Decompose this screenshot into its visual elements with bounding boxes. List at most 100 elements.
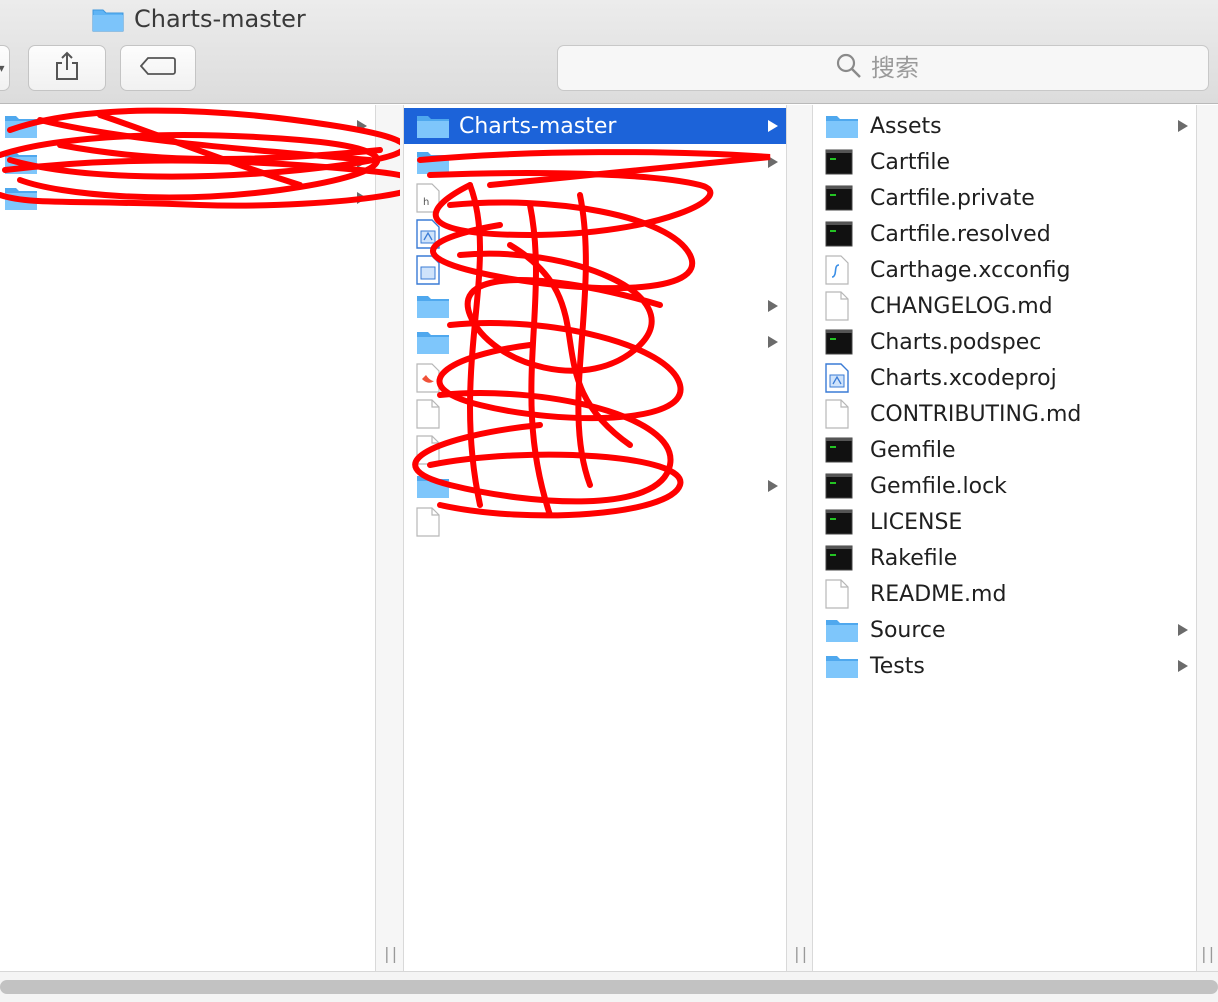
- terminal-file-icon: [825, 149, 853, 175]
- list-item-label: Rakefile: [870, 545, 958, 571]
- disclosure-arrow-icon: [357, 192, 367, 204]
- list-item[interactable]: Source: [813, 612, 1196, 648]
- share-icon: [54, 51, 80, 85]
- column-1[interactable]: [0, 105, 376, 971]
- resize-grip-icon: ||: [792, 944, 809, 963]
- folder-icon: [416, 149, 450, 175]
- column-3-resize-handle[interactable]: ||: [1196, 105, 1218, 971]
- column-1-resize-handle[interactable]: ||: [376, 105, 404, 971]
- list-item[interactable]: [404, 468, 786, 504]
- list-item[interactable]: [404, 216, 786, 252]
- resize-grip-icon: ||: [1199, 944, 1216, 963]
- list-item[interactable]: LICENSE: [813, 504, 1196, 540]
- document-icon: [825, 291, 849, 321]
- list-item[interactable]: [404, 252, 786, 288]
- search-icon: [835, 52, 863, 84]
- list-item[interactable]: Charts.podspec: [813, 324, 1196, 360]
- disclosure-arrow-icon: [1178, 120, 1188, 132]
- list-item[interactable]: CHANGELOG.md: [813, 288, 1196, 324]
- list-item[interactable]: Cartfile.private: [813, 180, 1196, 216]
- list-item-label: Tests: [870, 653, 925, 679]
- disclosure-arrow-icon: [768, 480, 778, 492]
- disclosure-arrow-icon: [1178, 624, 1188, 636]
- list-item[interactable]: [404, 432, 786, 468]
- folder-icon: [416, 473, 450, 499]
- folder-icon: [416, 113, 450, 139]
- svg-text:h: h: [423, 197, 429, 208]
- list-item[interactable]: h: [404, 180, 786, 216]
- list-item[interactable]: README.md: [813, 576, 1196, 612]
- terminal-file-icon: [825, 509, 853, 535]
- disclosure-arrow-icon: [768, 156, 778, 168]
- terminal-file-icon: [825, 473, 853, 499]
- list-item[interactable]: [0, 144, 375, 180]
- xcode-project-icon: [416, 219, 440, 249]
- list-item-label: README.md: [870, 581, 1007, 607]
- column-2-resize-handle[interactable]: ||: [787, 105, 813, 971]
- list-item[interactable]: [404, 504, 786, 540]
- terminal-file-icon: [825, 221, 853, 247]
- list-item[interactable]: Charts.xcodeproj: [813, 360, 1196, 396]
- list-item[interactable]: [404, 288, 786, 324]
- list-item[interactable]: CONTRIBUTING.md: [813, 396, 1196, 432]
- folder-icon: [825, 113, 859, 139]
- xcconfig-file-icon: [825, 255, 849, 285]
- tag-icon: [139, 56, 176, 80]
- disclosure-arrow-icon: [357, 156, 367, 168]
- list-item[interactable]: [0, 180, 375, 216]
- list-item-label: Gemfile: [870, 437, 956, 463]
- list-item[interactable]: Cartfile.resolved: [813, 216, 1196, 252]
- view-options-button[interactable]: ▾: [0, 45, 10, 91]
- disclosure-arrow-icon: [1178, 660, 1188, 672]
- document-icon: [825, 579, 849, 609]
- search-input[interactable]: [871, 54, 931, 82]
- list-item-label: CONTRIBUTING.md: [870, 401, 1082, 427]
- scrollbar-thumb[interactable]: [0, 980, 1218, 994]
- list-item[interactable]: Rakefile: [813, 540, 1196, 576]
- list-item[interactable]: [404, 360, 786, 396]
- list-item[interactable]: Tests: [813, 648, 1196, 684]
- folder-icon: [4, 149, 38, 175]
- document-icon: [416, 435, 440, 465]
- list-item-label: Carthage.xcconfig: [870, 257, 1071, 283]
- list-item[interactable]: [404, 324, 786, 360]
- document-icon: [416, 507, 440, 537]
- search-field[interactable]: [557, 45, 1209, 91]
- list-item-label: Assets: [870, 113, 942, 139]
- list-item[interactable]: Charts-master: [404, 108, 786, 144]
- list-item-label: Charts-master: [459, 113, 617, 139]
- horizontal-scrollbar[interactable]: [0, 971, 1218, 1002]
- list-item[interactable]: Assets: [813, 108, 1196, 144]
- disclosure-arrow-icon: [357, 120, 367, 132]
- list-item-label: Gemfile.lock: [870, 473, 1007, 499]
- list-item-label: CHANGELOG.md: [870, 293, 1053, 319]
- xcode-project-icon: [825, 363, 849, 393]
- swift-file-icon: [416, 363, 440, 393]
- document-icon: [825, 399, 849, 429]
- list-item-label: LICENSE: [870, 509, 963, 535]
- folder-icon: [4, 185, 38, 211]
- list-item[interactable]: Carthage.xcconfig: [813, 252, 1196, 288]
- list-item[interactable]: Cartfile: [813, 144, 1196, 180]
- list-item[interactable]: Gemfile.lock: [813, 468, 1196, 504]
- column-3[interactable]: Assets Cartfile Cartfile.private Cartfile.r…: [813, 105, 1196, 971]
- folder-icon: [825, 617, 859, 643]
- terminal-file-icon: [825, 185, 853, 211]
- disclosure-arrow-icon: [768, 300, 778, 312]
- list-item[interactable]: [404, 396, 786, 432]
- share-button[interactable]: [28, 45, 106, 91]
- tags-button[interactable]: [120, 45, 196, 91]
- folder-icon: [825, 653, 859, 679]
- window-title-text: Charts-master: [134, 5, 306, 33]
- column-2[interactable]: Charts-master h: [404, 105, 787, 971]
- folder-icon: [4, 113, 38, 139]
- terminal-file-icon: [825, 437, 853, 463]
- folder-icon: [92, 6, 124, 32]
- chevron-down-icon: ▾: [0, 61, 5, 75]
- document-icon: [416, 399, 440, 429]
- resize-grip-icon: ||: [382, 944, 399, 963]
- folder-icon: [416, 329, 450, 355]
- list-item[interactable]: [0, 108, 375, 144]
- list-item[interactable]: [404, 144, 786, 180]
- list-item[interactable]: Gemfile: [813, 432, 1196, 468]
